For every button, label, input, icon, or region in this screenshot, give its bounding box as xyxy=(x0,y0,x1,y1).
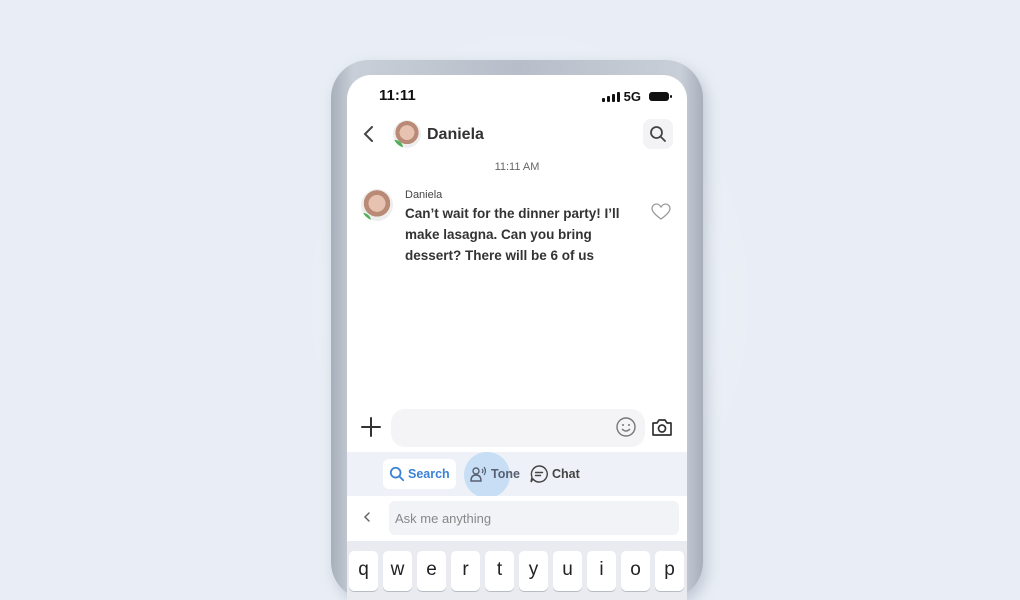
chat-chip[interactable]: Chat xyxy=(523,459,586,489)
status-bar: 11:11 5G xyxy=(347,75,687,115)
tone-icon xyxy=(470,466,487,482)
heart-icon[interactable] xyxy=(651,203,671,221)
search-icon xyxy=(650,126,666,142)
collapse-icon[interactable] xyxy=(361,509,373,525)
ask-input[interactable] xyxy=(389,501,679,535)
message-timestamp: 11:11 AM xyxy=(494,161,540,173)
search-icon xyxy=(389,466,405,482)
back-icon[interactable] xyxy=(359,123,379,145)
emoji-icon[interactable] xyxy=(615,416,637,438)
chat-chip-label: Chat xyxy=(552,467,580,481)
status-time: 11:11 xyxy=(379,87,416,104)
sender-name: Daniela xyxy=(405,189,443,201)
key-w[interactable]: w xyxy=(383,551,412,591)
tone-chip-label: Tone xyxy=(491,467,520,481)
contact-avatar[interactable] xyxy=(393,120,421,148)
network-type: 5G xyxy=(623,89,641,104)
ai-tools-bar: Search Tone Chat xyxy=(347,452,687,498)
key-u[interactable]: u xyxy=(553,551,582,591)
key-p[interactable]: p xyxy=(655,551,684,591)
battery-icon xyxy=(649,92,672,101)
phone-frame: 11:11 5G Daniela 11:11 AM Daniela Can’t … xyxy=(331,60,703,600)
key-t[interactable]: t xyxy=(485,551,514,591)
keyboard-row: qwertyuiop xyxy=(349,551,684,591)
key-q[interactable]: q xyxy=(349,551,378,591)
key-i[interactable]: i xyxy=(587,551,616,591)
plus-icon[interactable] xyxy=(359,415,383,439)
camera-icon[interactable] xyxy=(651,417,673,437)
search-button[interactable] xyxy=(643,119,673,149)
key-o[interactable]: o xyxy=(621,551,650,591)
ask-row xyxy=(347,496,687,541)
keyboard: qwertyuiop xyxy=(347,541,687,600)
key-e[interactable]: e xyxy=(417,551,446,591)
phone-screen: 11:11 5G Daniela 11:11 AM Daniela Can’t … xyxy=(347,75,687,600)
message-input[interactable] xyxy=(391,409,645,447)
contact-name[interactable]: Daniela xyxy=(427,126,484,144)
signal-icon xyxy=(601,91,620,102)
chat-header: Daniela xyxy=(347,115,687,155)
message-text: Can’t wait for the dinner party! I’ll ma… xyxy=(405,206,620,263)
sender-avatar[interactable] xyxy=(361,189,393,221)
key-r[interactable]: r xyxy=(451,551,480,591)
search-chip[interactable]: Search xyxy=(383,459,456,489)
key-y[interactable]: y xyxy=(519,551,548,591)
composer xyxy=(347,407,687,449)
tone-chip[interactable]: Tone xyxy=(464,459,526,489)
search-chip-label: Search xyxy=(408,467,450,481)
chat-icon xyxy=(530,465,548,483)
status-indicators: 5G xyxy=(601,89,672,104)
